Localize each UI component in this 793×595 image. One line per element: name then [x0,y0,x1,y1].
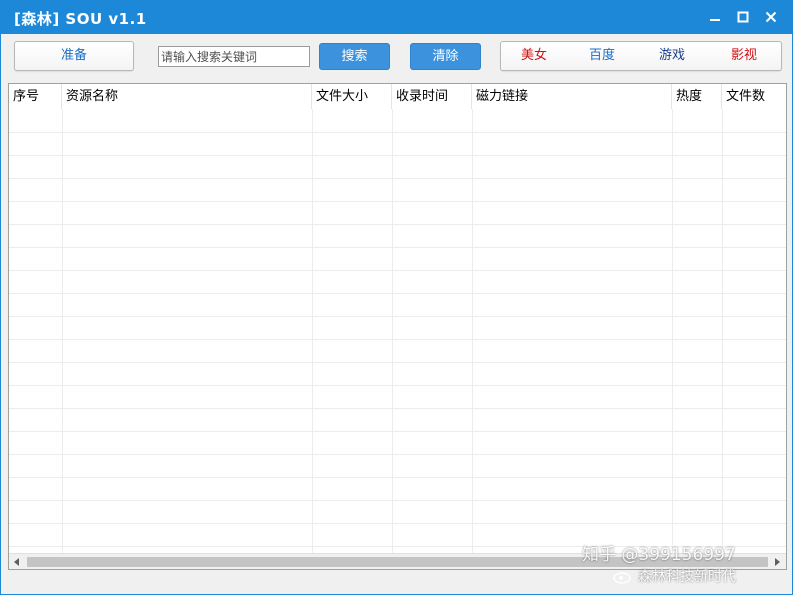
scroll-right-button[interactable] [770,554,786,569]
maximize-button[interactable] [728,1,758,34]
category-baidu-button[interactable]: 百度 [577,42,627,70]
grid-column-line [672,109,673,554]
grid-row-line [9,454,786,455]
category-bar: 美女 百度 游戏 影视 [500,41,782,71]
grid-row-line [9,293,786,294]
window-title: [森林] SOU v1.1 [14,10,147,28]
title-bar[interactable]: [森林] SOU v1.1 [1,1,792,34]
watermark-line-1: 知乎 @399156997 [582,545,736,565]
category-games-button[interactable]: 游戏 [647,42,697,70]
column-header-size[interactable]: 文件大小 [312,84,392,109]
grid-row-line [9,270,786,271]
grid-row-line [9,339,786,340]
grid-row-line [9,178,786,179]
maximize-icon [737,11,749,23]
grid-row-line [9,132,786,133]
grid-row-line [9,247,786,248]
column-header-magnet[interactable]: 磁力链接 [472,84,672,109]
grid-row-line [9,362,786,363]
search-button[interactable]: 搜索 [319,43,390,70]
scroll-left-button[interactable] [9,554,25,569]
minimize-button[interactable] [700,1,730,34]
watermark-line-2: 森林科技新时代 [638,569,736,585]
weibo-logo-icon [613,572,631,584]
grid-column-line [722,109,723,554]
table-header: 序号 资源名称 文件大小 收录时间 磁力链接 热度 文件数 [9,84,786,109]
scroll-left-arrow-icon [14,558,19,566]
column-header-name[interactable]: 资源名称 [62,84,312,109]
close-button[interactable] [756,1,786,34]
category-movies-button[interactable]: 影视 [719,42,769,70]
close-icon [765,11,777,23]
grid-column-line [312,109,313,554]
scroll-right-arrow-icon [775,558,780,566]
grid-row-line [9,385,786,386]
column-header-popularity[interactable]: 热度 [672,84,722,109]
column-header-date[interactable]: 收录时间 [392,84,472,109]
column-header-index[interactable]: 序号 [9,84,62,109]
app-window: [森林] SOU v1.1 准备 搜索 清除 美女 百度 游戏 影视 序号 资源… [0,0,793,595]
grid-column-line [392,109,393,554]
grid-row-line [9,201,786,202]
grid-column-line [472,109,473,554]
grid-row-line [9,155,786,156]
prepare-button[interactable]: 准备 [14,41,134,71]
grid-row-line [9,523,786,524]
grid-column-line [62,109,63,554]
column-header-file-count[interactable]: 文件数 [722,84,786,109]
grid-row-line [9,500,786,501]
table-body [9,109,786,554]
search-input[interactable] [158,46,310,67]
minimize-icon [710,19,720,21]
clear-button[interactable]: 清除 [410,43,481,70]
grid-row-line [9,316,786,317]
grid-row-line [9,431,786,432]
category-beauty-button[interactable]: 美女 [509,42,559,70]
grid-row-line [9,408,786,409]
grid-row-line [9,477,786,478]
results-table[interactable]: 序号 资源名称 文件大小 收录时间 磁力链接 热度 文件数 [8,83,787,570]
grid-row-line [9,224,786,225]
